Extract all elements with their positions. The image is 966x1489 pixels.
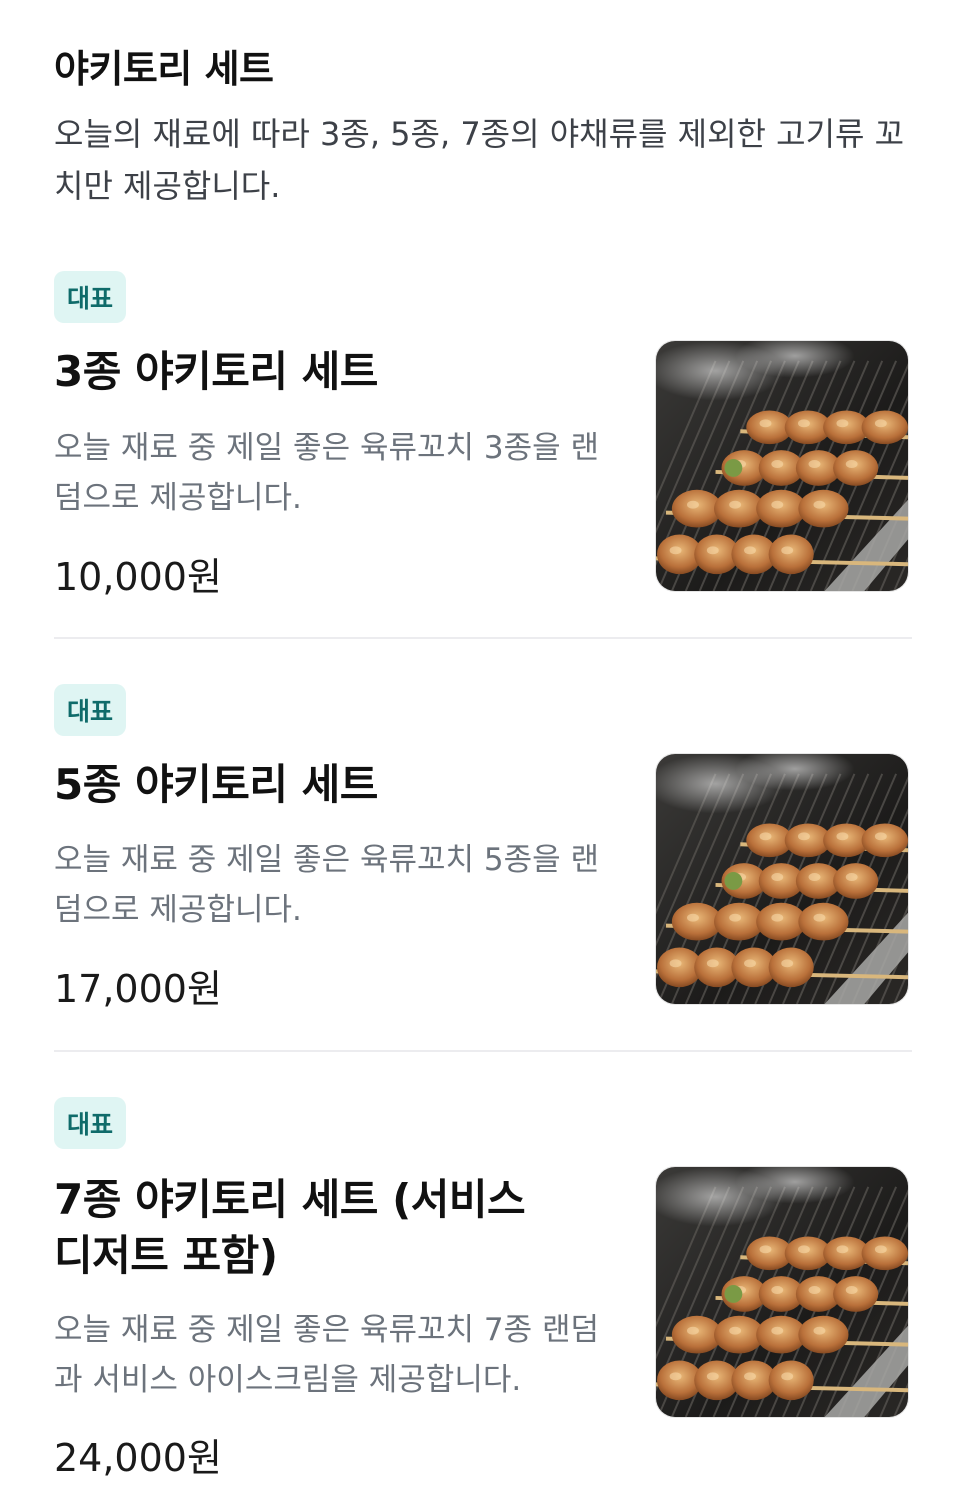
menu-item-price: 24,000원 [54,1436,222,1480]
divider [54,1050,912,1052]
menu-item-description: 오늘 재료 중 제일 좋은 육류꼬치 3종을 랜덤으로 제공합니다. [54,430,600,516]
menu-item-title: 3종 야키토리 세트 [54,347,378,396]
menu-item-photo [655,1166,909,1418]
menu-item-photo [655,753,909,1005]
menu-item-title: 7종 야키토리 세트 (서비스 디저트 포함) [54,1175,526,1280]
menu-item-description: 오늘 재료 중 제일 좋은 육류꼬치 7종 랜덤과 서비스 아이스크림을 제공합… [54,1312,600,1398]
section-title: 야키토리 세트 [54,47,274,91]
yakitori-grill-photo [656,1167,908,1417]
menu-item-photo [655,340,909,592]
yakitori-grill-photo [656,341,908,591]
menu-item-price: 10,000원 [54,555,222,599]
yakitori-grill-photo [656,754,908,1004]
menu-item-title: 5종 야키토리 세트 [54,760,378,809]
signature-badge: 대표 [54,684,126,736]
signature-badge: 대표 [54,1097,126,1149]
signature-badge: 대표 [54,271,126,323]
menu-item-price: 17,000원 [54,967,222,1011]
divider [54,637,912,639]
menu-item-description: 오늘 재료 중 제일 좋은 육류꼬치 5종을 랜덤으로 제공합니다. [54,842,600,928]
section-description: 오늘의 재료에 따라 3종, 5종, 7종의 야채류를 제외한 고기류 꼬치만 … [54,115,905,205]
